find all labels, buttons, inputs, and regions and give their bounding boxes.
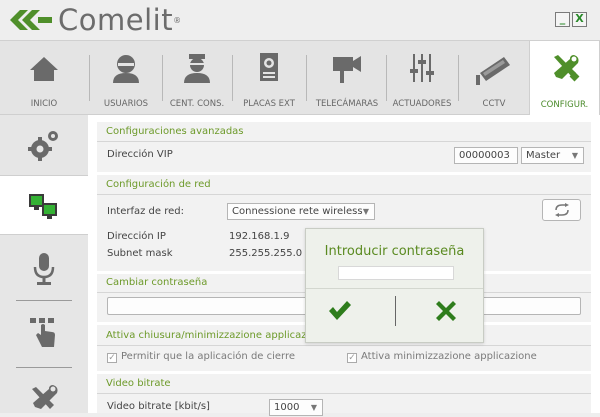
video-bitrate-label: Video bitrate [kbit/s]	[107, 401, 210, 412]
tab-label: CCTV	[482, 99, 506, 109]
tab-actuadores[interactable]: ACTUADORES	[388, 41, 456, 116]
video-bitrate-select[interactable]: 1000 ▼	[269, 399, 323, 416]
password-dialog: Introducir contraseña	[305, 228, 484, 343]
microphone-icon	[33, 253, 55, 285]
sliders-icon	[410, 54, 434, 82]
toolbar-separator	[89, 55, 90, 101]
enable-minimize-checkbox[interactable]: ✓ Attiva minimizzazione applicazione	[347, 351, 537, 363]
sidebar-item-tools[interactable]	[0, 377, 88, 413]
sidebar-item-general-settings[interactable]	[0, 115, 88, 173]
checkbox-label: Attiva minimizzazione applicazione	[361, 351, 537, 362]
ip-address-value: 192.168.1.9	[229, 231, 290, 242]
camera-icon	[333, 56, 361, 83]
title-bar: Comelit ® _ X	[0, 0, 600, 40]
checkmark-icon	[329, 301, 351, 320]
x-icon	[436, 301, 456, 321]
registered-mark: ®	[173, 15, 182, 25]
section-advanced: Configuraciones avanzadas Dirección VIP …	[97, 122, 591, 172]
refresh-button[interactable]	[542, 199, 581, 221]
brand-name: Comelit	[58, 3, 174, 37]
video-bitrate-value: 1000	[274, 402, 300, 413]
sidebar	[0, 115, 88, 413]
section-title: Video bitrate	[106, 378, 171, 389]
network-interface-select[interactable]: Connessione rete wireless ▼	[227, 203, 375, 220]
tab-label: PLACAS EXT	[243, 99, 295, 109]
dialog-title: Introducir contraseña	[324, 244, 465, 259]
vip-address-input[interactable]: 00000003	[454, 147, 518, 164]
tab-configur[interactable]: CONFIGUR.	[529, 41, 600, 117]
section-divider	[97, 194, 591, 195]
section-divider	[97, 345, 591, 346]
close-button[interactable]: X	[572, 12, 587, 27]
toolbar-separator	[162, 55, 163, 101]
section-title: Configuración de red	[106, 179, 211, 190]
toolbar-separator	[232, 55, 233, 101]
concierge-icon	[184, 54, 210, 83]
checkbox-checked-icon: ✓	[347, 353, 357, 363]
refresh-icon	[554, 203, 569, 217]
main-toolbar: INICIO USUARIOS CENT. CONS. PLACAS EXT T…	[0, 40, 600, 117]
tab-cctv[interactable]: CCTV	[460, 41, 528, 116]
sidebar-item-touch[interactable]	[0, 311, 88, 355]
section-title: Attiva chiusura/minimizzazione applicazi…	[106, 330, 328, 341]
sidebar-item-network[interactable]	[0, 175, 88, 235]
subnet-mask-label: Subnet mask	[107, 248, 173, 259]
gears-icon	[28, 131, 58, 161]
toolbar-separator	[306, 55, 307, 101]
tab-label: TELECÁMARAS	[315, 99, 379, 109]
sidebar-separator	[16, 300, 72, 301]
tab-telecamaras[interactable]: TELECÁMARAS	[308, 41, 386, 116]
tools-icon	[32, 385, 58, 409]
tools-icon	[553, 55, 579, 82]
tab-label: CONFIGUR.	[540, 100, 589, 110]
vip-address-label: Dirección VIP	[107, 149, 173, 160]
house-icon	[30, 57, 58, 81]
toolbar-separator	[458, 55, 459, 101]
tab-label: ACTUADORES	[392, 99, 452, 109]
hand-touch-icon	[30, 318, 55, 347]
tab-label: INICIO	[30, 99, 58, 109]
comelit-logo-mark-icon	[8, 8, 54, 32]
comelit-logo: Comelit ®	[8, 3, 181, 37]
ip-address-label: Dirección IP	[107, 231, 166, 242]
checkbox-label: Permitir que la aplicación de cierre	[121, 351, 296, 362]
tab-inicio[interactable]: INICIO	[0, 41, 88, 116]
dialog-divider	[306, 288, 483, 289]
section-divider	[97, 141, 591, 142]
role-select[interactable]: Master ▼	[521, 147, 584, 164]
section-title: Cambiar contraseña	[106, 277, 208, 288]
section-divider	[97, 393, 591, 394]
tab-placas-ext[interactable]: PLACAS EXT	[234, 41, 304, 116]
network-interface-value: Connessione rete wireless	[232, 206, 363, 217]
confirm-button[interactable]	[320, 295, 364, 329]
minimize-button[interactable]: _	[555, 12, 570, 27]
dialog-button-divider	[395, 296, 396, 326]
sidebar-separator	[16, 367, 72, 368]
cctv-camera-icon	[476, 57, 510, 85]
password-input[interactable]	[338, 266, 454, 280]
user-icon	[113, 55, 139, 83]
checkbox-checked-icon: ✓	[107, 353, 117, 363]
tab-label: CENT. CONS.	[169, 99, 225, 109]
chevron-down-icon: ▼	[571, 151, 578, 160]
tab-cent-cons[interactable]: CENT. CONS.	[164, 41, 230, 116]
subnet-mask-value: 255.255.255.0	[229, 248, 303, 259]
sidebar-item-audio[interactable]	[0, 245, 88, 289]
tab-usuarios[interactable]: USUARIOS	[92, 41, 160, 116]
chevron-down-icon: ▼	[362, 207, 369, 216]
network-icon	[29, 194, 57, 219]
allow-close-checkbox[interactable]: ✓ Permitir que la aplicación de cierre	[107, 351, 295, 363]
entry-panel-icon	[260, 53, 278, 81]
tab-label: USUARIOS	[103, 99, 149, 109]
network-interface-label: Interfaz de red:	[107, 206, 184, 217]
section-title: Configuraciones avanzadas	[106, 126, 244, 137]
section-video-bitrate: Video bitrate Video bitrate [kbit/s] 100…	[97, 374, 591, 416]
role-select-value: Master	[526, 150, 561, 161]
toolbar-separator	[386, 55, 387, 101]
cancel-button[interactable]	[424, 295, 468, 329]
